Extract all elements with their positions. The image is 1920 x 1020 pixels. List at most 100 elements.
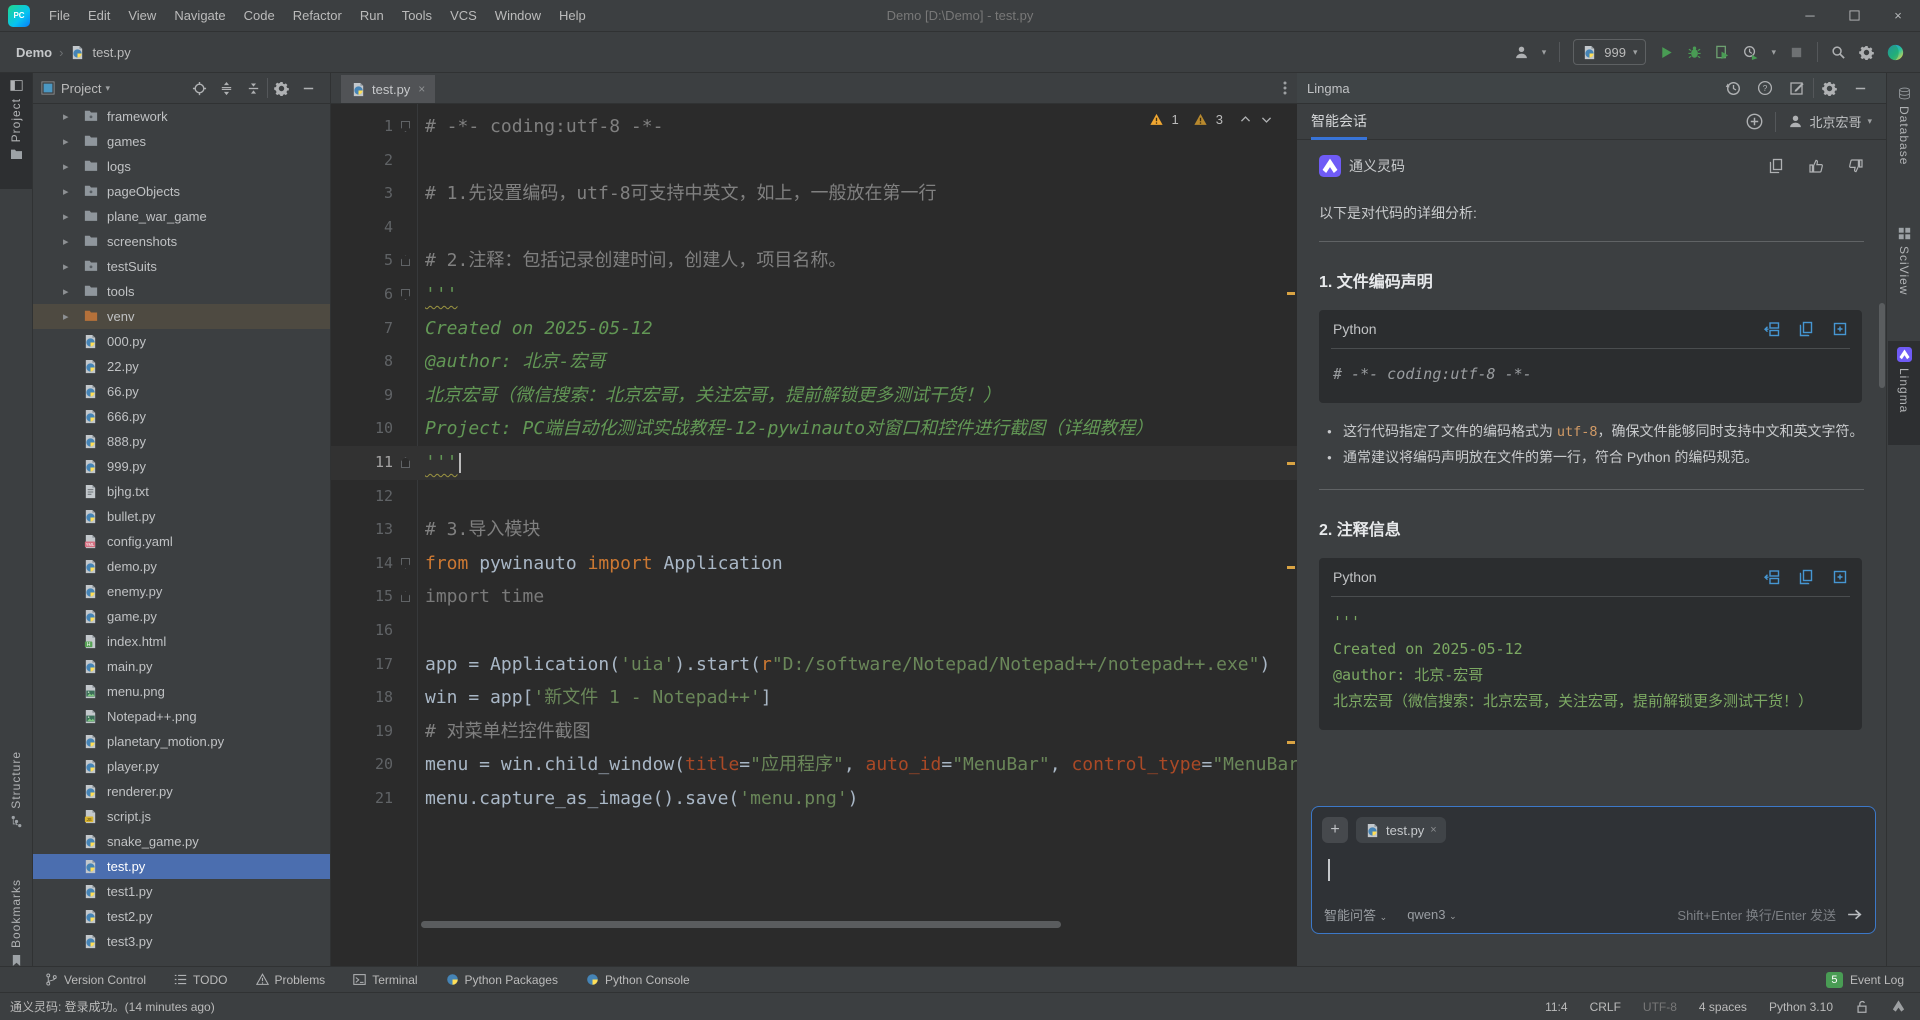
tree-item-test.py[interactable]: test.py	[33, 854, 330, 879]
profiler-button[interactable]	[1743, 45, 1758, 60]
toolwindow-button-problems[interactable]: Problems	[255, 973, 325, 987]
tree-item-config.yaml[interactable]: YML config.yaml	[33, 529, 330, 554]
menu-navigate[interactable]: Navigate	[165, 0, 234, 32]
collapse-all-icon[interactable]	[246, 81, 261, 96]
fold-marker-icon[interactable]	[401, 557, 410, 569]
chevron-right-icon[interactable]: ▸	[63, 135, 73, 148]
readonly-lock-icon[interactable]	[1855, 1000, 1869, 1014]
status-python-interpreter[interactable]: Python 3.10	[1769, 1000, 1833, 1014]
breadcrumb-project[interactable]: Demo	[16, 45, 52, 60]
menu-run[interactable]: Run	[351, 0, 393, 32]
tree-item-menu.png[interactable]: menu.png	[33, 679, 330, 704]
stripe-tab-database[interactable]: Database	[1888, 81, 1920, 201]
inspection-widget[interactable]: 13	[1149, 112, 1273, 127]
remove-attachment-icon[interactable]: ×	[1430, 824, 1436, 836]
new-file-code-icon[interactable]	[1832, 569, 1848, 585]
menu-vcs[interactable]: VCS	[441, 0, 486, 32]
warning-stripe-mark[interactable]	[1287, 741, 1295, 744]
copy-icon[interactable]	[1768, 158, 1784, 174]
run-configuration-select[interactable]: 999 ▾	[1573, 39, 1647, 65]
horizontal-scrollbar[interactable]	[421, 921, 1061, 928]
tree-item-snake_game.py[interactable]: snake_game.py	[33, 829, 330, 854]
tree-item-888.py[interactable]: 888.py	[33, 429, 330, 454]
tree-item-logs[interactable]: ▸ logs	[33, 154, 330, 179]
copy-code-icon[interactable]	[1798, 321, 1814, 337]
tree-item-66.py[interactable]: 66.py	[33, 379, 330, 404]
menu-view[interactable]: View	[119, 0, 165, 32]
close-tab-icon[interactable]: ×	[418, 82, 425, 96]
minimize-icon[interactable]: ─	[1788, 0, 1832, 32]
tree-item-bjhg.txt[interactable]: bjhg.txt	[33, 479, 330, 504]
thumbs-down-icon[interactable]	[1848, 158, 1864, 174]
attached-file-chip[interactable]: test.py ×	[1356, 817, 1446, 843]
menu-window[interactable]: Window	[486, 0, 550, 32]
editor-tab-testpy[interactable]: test.py ×	[341, 75, 436, 103]
tree-item-enemy.py[interactable]: enemy.py	[33, 579, 330, 604]
menu-edit[interactable]: Edit	[79, 0, 119, 32]
chat-input-box[interactable]: + test.py × 智能问答 ⌄ qwen3 ⌄ Shift+Enter 换…	[1311, 806, 1876, 934]
send-arrow-icon[interactable]	[1846, 906, 1863, 923]
stripe-tab-lingma[interactable]: Lingma	[1888, 341, 1920, 445]
code-editor[interactable]: 1 # -*- coding:utf-8 -*- 2 3 # 1.先设置编码，utf-8…	[331, 104, 1297, 966]
tree-item-planetary_motion.py[interactable]: planetary_motion.py	[33, 729, 330, 754]
fold-marker-icon[interactable]	[401, 121, 410, 132]
toolwindow-button-terminal[interactable]: Terminal	[353, 973, 418, 987]
project-view-selector[interactable]: Project	[61, 81, 101, 96]
tab-smart-chat[interactable]: 智能会话	[1311, 104, 1367, 140]
status-line-separator[interactable]: CRLF	[1590, 1000, 1621, 1014]
tree-item-plane_war_game[interactable]: ▸ plane_war_game	[33, 204, 330, 229]
model-select[interactable]: qwen3 ⌄	[1407, 907, 1456, 922]
warning-stripe-mark[interactable]	[1287, 566, 1295, 569]
settings-gear-icon[interactable]	[1822, 81, 1837, 96]
new-session-plus-icon[interactable]	[1746, 113, 1763, 130]
chevron-right-icon[interactable]: ▸	[63, 285, 73, 298]
chevron-right-icon[interactable]: ▸	[63, 310, 73, 323]
stripe-tab-structure[interactable]: Structure	[0, 745, 32, 855]
chevron-right-icon[interactable]: ▸	[63, 260, 73, 273]
menu-tools[interactable]: Tools	[393, 0, 441, 32]
tree-item-venv[interactable]: ▸ venv	[33, 304, 330, 329]
next-problem-icon[interactable]	[1260, 113, 1273, 126]
tree-item-screenshots[interactable]: ▸ screenshots	[33, 229, 330, 254]
tree-item-renderer.py[interactable]: renderer.py	[33, 779, 330, 804]
chevron-right-icon[interactable]: ▸	[63, 185, 73, 198]
mode-select[interactable]: 智能问答 ⌄	[1324, 905, 1387, 924]
chevron-right-icon[interactable]: ▸	[63, 235, 73, 248]
toolwindow-button-version-control[interactable]: Version Control	[45, 973, 146, 987]
stop-button[interactable]	[1789, 45, 1804, 60]
status-file-encoding[interactable]: UTF-8	[1643, 1000, 1677, 1014]
fold-marker-icon[interactable]	[401, 591, 410, 603]
tree-item-tools[interactable]: ▸ tools	[33, 279, 330, 304]
tree-item-player.py[interactable]: player.py	[33, 754, 330, 779]
hide-panel-icon[interactable]	[301, 81, 316, 96]
tree-item-000.py[interactable]: 000.py	[33, 329, 330, 354]
toolwindow-button-python-packages[interactable]: Python Packages	[446, 973, 558, 987]
fold-marker-icon[interactable]	[401, 255, 410, 267]
tree-item-test3.py[interactable]: test3.py	[33, 929, 330, 954]
status-caret-position[interactable]: 11:4	[1545, 1000, 1567, 1014]
breadcrumb-file[interactable]: test.py	[92, 45, 130, 60]
locate-file-icon[interactable]	[192, 81, 207, 96]
lingma-status-icon[interactable]	[1891, 999, 1906, 1014]
chevron-right-icon[interactable]: ▸	[63, 210, 73, 223]
menu-file[interactable]: File	[40, 0, 79, 32]
menu-help[interactable]: Help	[550, 0, 595, 32]
menu-refactor[interactable]: Refactor	[284, 0, 351, 32]
toolwindow-button-python-console[interactable]: Python Console	[586, 973, 690, 987]
expand-all-icon[interactable]	[219, 81, 234, 96]
settings-gear-icon[interactable]	[1859, 45, 1874, 60]
tree-item-index.html[interactable]: Hindex.html	[33, 629, 330, 654]
close-icon[interactable]: ×	[1876, 0, 1920, 32]
history-icon[interactable]	[1725, 80, 1741, 96]
insert-code-icon[interactable]	[1764, 321, 1780, 337]
help-icon[interactable]: ?	[1757, 80, 1773, 96]
event-log-button[interactable]: 5 Event Log	[1825, 971, 1904, 988]
tree-item-framework[interactable]: ▸ framework	[33, 104, 330, 129]
menu-code[interactable]: Code	[235, 0, 284, 32]
hide-panel-icon[interactable]	[1853, 81, 1868, 96]
chat-scrollbar[interactable]	[1879, 303, 1885, 388]
breadcrumb[interactable]: Demo › test.py	[16, 45, 131, 60]
account-menu[interactable]: 北京宏哥 ▾	[1788, 112, 1872, 131]
chevron-right-icon[interactable]: ▸	[63, 110, 73, 123]
tree-item-game.py[interactable]: game.py	[33, 604, 330, 629]
